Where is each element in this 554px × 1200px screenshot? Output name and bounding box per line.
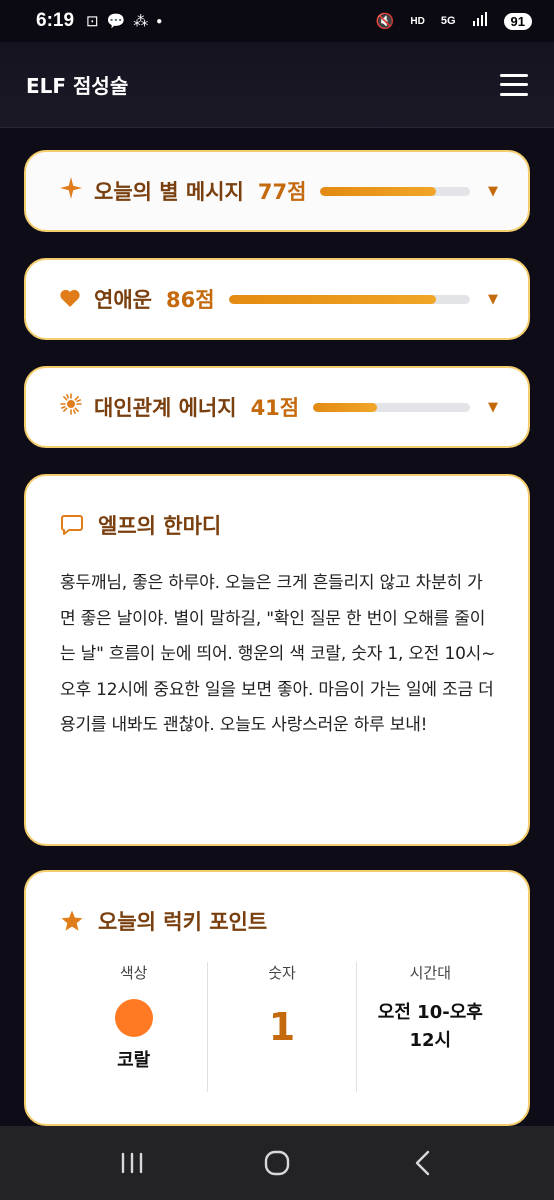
grid-icon: ⁂ [133,13,149,30]
card-title: 오늘의 럭키 포인트 [98,910,268,934]
score-label: 연애운 [94,288,152,312]
score-bar [228,294,470,304]
star-icon [60,909,98,933]
lucky-time-label: 시간대 [409,964,452,982]
mute-icon: 🔇 [375,13,395,30]
hd-voice-icon: HD [410,15,425,27]
chevron-down-icon[interactable]: ▼ [488,184,498,199]
score-bar [313,402,470,412]
lucky-number-value: 1 [268,1005,296,1049]
score-value: 86점 [165,288,215,312]
app-bar: ELF 점성술 [0,42,554,128]
score-value: 41점 [250,396,300,420]
lucky-number: 숫자 1 [207,962,355,1092]
status-time: 6:19 [36,10,75,31]
score-value: 77점 [257,180,307,204]
app-title: ELF 점성술 [26,74,129,98]
signal-icon [472,12,488,30]
sun-icon [60,393,94,421]
battery-indicator: 91 [503,12,532,30]
card-header: 오늘의 럭키 포인트 [60,906,504,936]
chevron-down-icon[interactable]: ▼ [488,400,498,415]
lucky-color-swatch [114,999,153,1037]
sparkle-icon [60,177,94,205]
dot-icon: ● [156,15,163,27]
message-body: 홍두깨님, 좋은 하루야. 오늘은 크게 흔들리지 않고 차분히 가면 좋은 날… [60,573,496,735]
menu-icon[interactable] [500,73,528,96]
lucky-time: 시간대 오전 10-오후 12시 [355,962,504,1092]
system-nav-bar [0,1126,554,1200]
score-bar [320,186,470,196]
chevron-down-icon[interactable]: ▼ [488,292,498,307]
card-title: 엘프의 한마디 [98,514,222,538]
score-card-star-message[interactable]: 오늘의 별 메시지 77점 ▼ [24,150,530,232]
back-icon[interactable] [402,1143,442,1183]
elf-message-card: 엘프의 한마디 홍두깨님, 좋은 하루야. 오늘은 크게 흔들리지 않고 차분히… [24,474,530,846]
status-bar: 6:19 ⊡ 💬 ⁂ ● 🔇 HD 5G 91 [0,0,554,42]
main-content: 오늘의 별 메시지 77점 ▼ 연애운 86점 ▼ 대인관계 에너지 41점 ▼… [24,150,530,1126]
lucky-color: 색상 코랄 [60,962,207,1092]
status-right: 🔇 HD 5G 91 [376,12,532,30]
chat-icon: 💬 [106,13,126,30]
recent-apps-icon[interactable] [112,1143,152,1183]
lucky-points-card: 오늘의 럭키 포인트 색상 코랄 숫자 1 시간대 오전 10-오후 12시 [24,870,530,1126]
screenshot-icon: ⊡ [86,13,99,30]
score-card-relationship[interactable]: 대인관계 에너지 41점 ▼ [24,366,530,448]
home-icon[interactable] [257,1143,297,1183]
card-header: 엘프의 한마디 [60,510,496,540]
lucky-time-value: 오전 10-오후 12시 [377,1002,483,1051]
score-label: 오늘의 별 메시지 [94,180,244,204]
lucky-color-value: 코랄 [117,1050,151,1071]
score-bar-fill [320,186,436,196]
5g-icon: 5G [440,15,456,27]
score-bar-fill [313,402,378,412]
lucky-color-label: 색상 [119,964,148,982]
lucky-number-label: 숫자 [268,964,296,982]
score-card-love[interactable]: 연애운 86점 ▼ [24,258,530,340]
lucky-grid: 색상 코랄 숫자 1 시간대 오전 10-오후 12시 [60,962,504,1092]
score-bar-fill [228,294,437,304]
speech-bubble-icon [60,513,98,537]
score-label: 대인관계 에너지 [94,396,237,420]
heart-icon [60,285,94,313]
